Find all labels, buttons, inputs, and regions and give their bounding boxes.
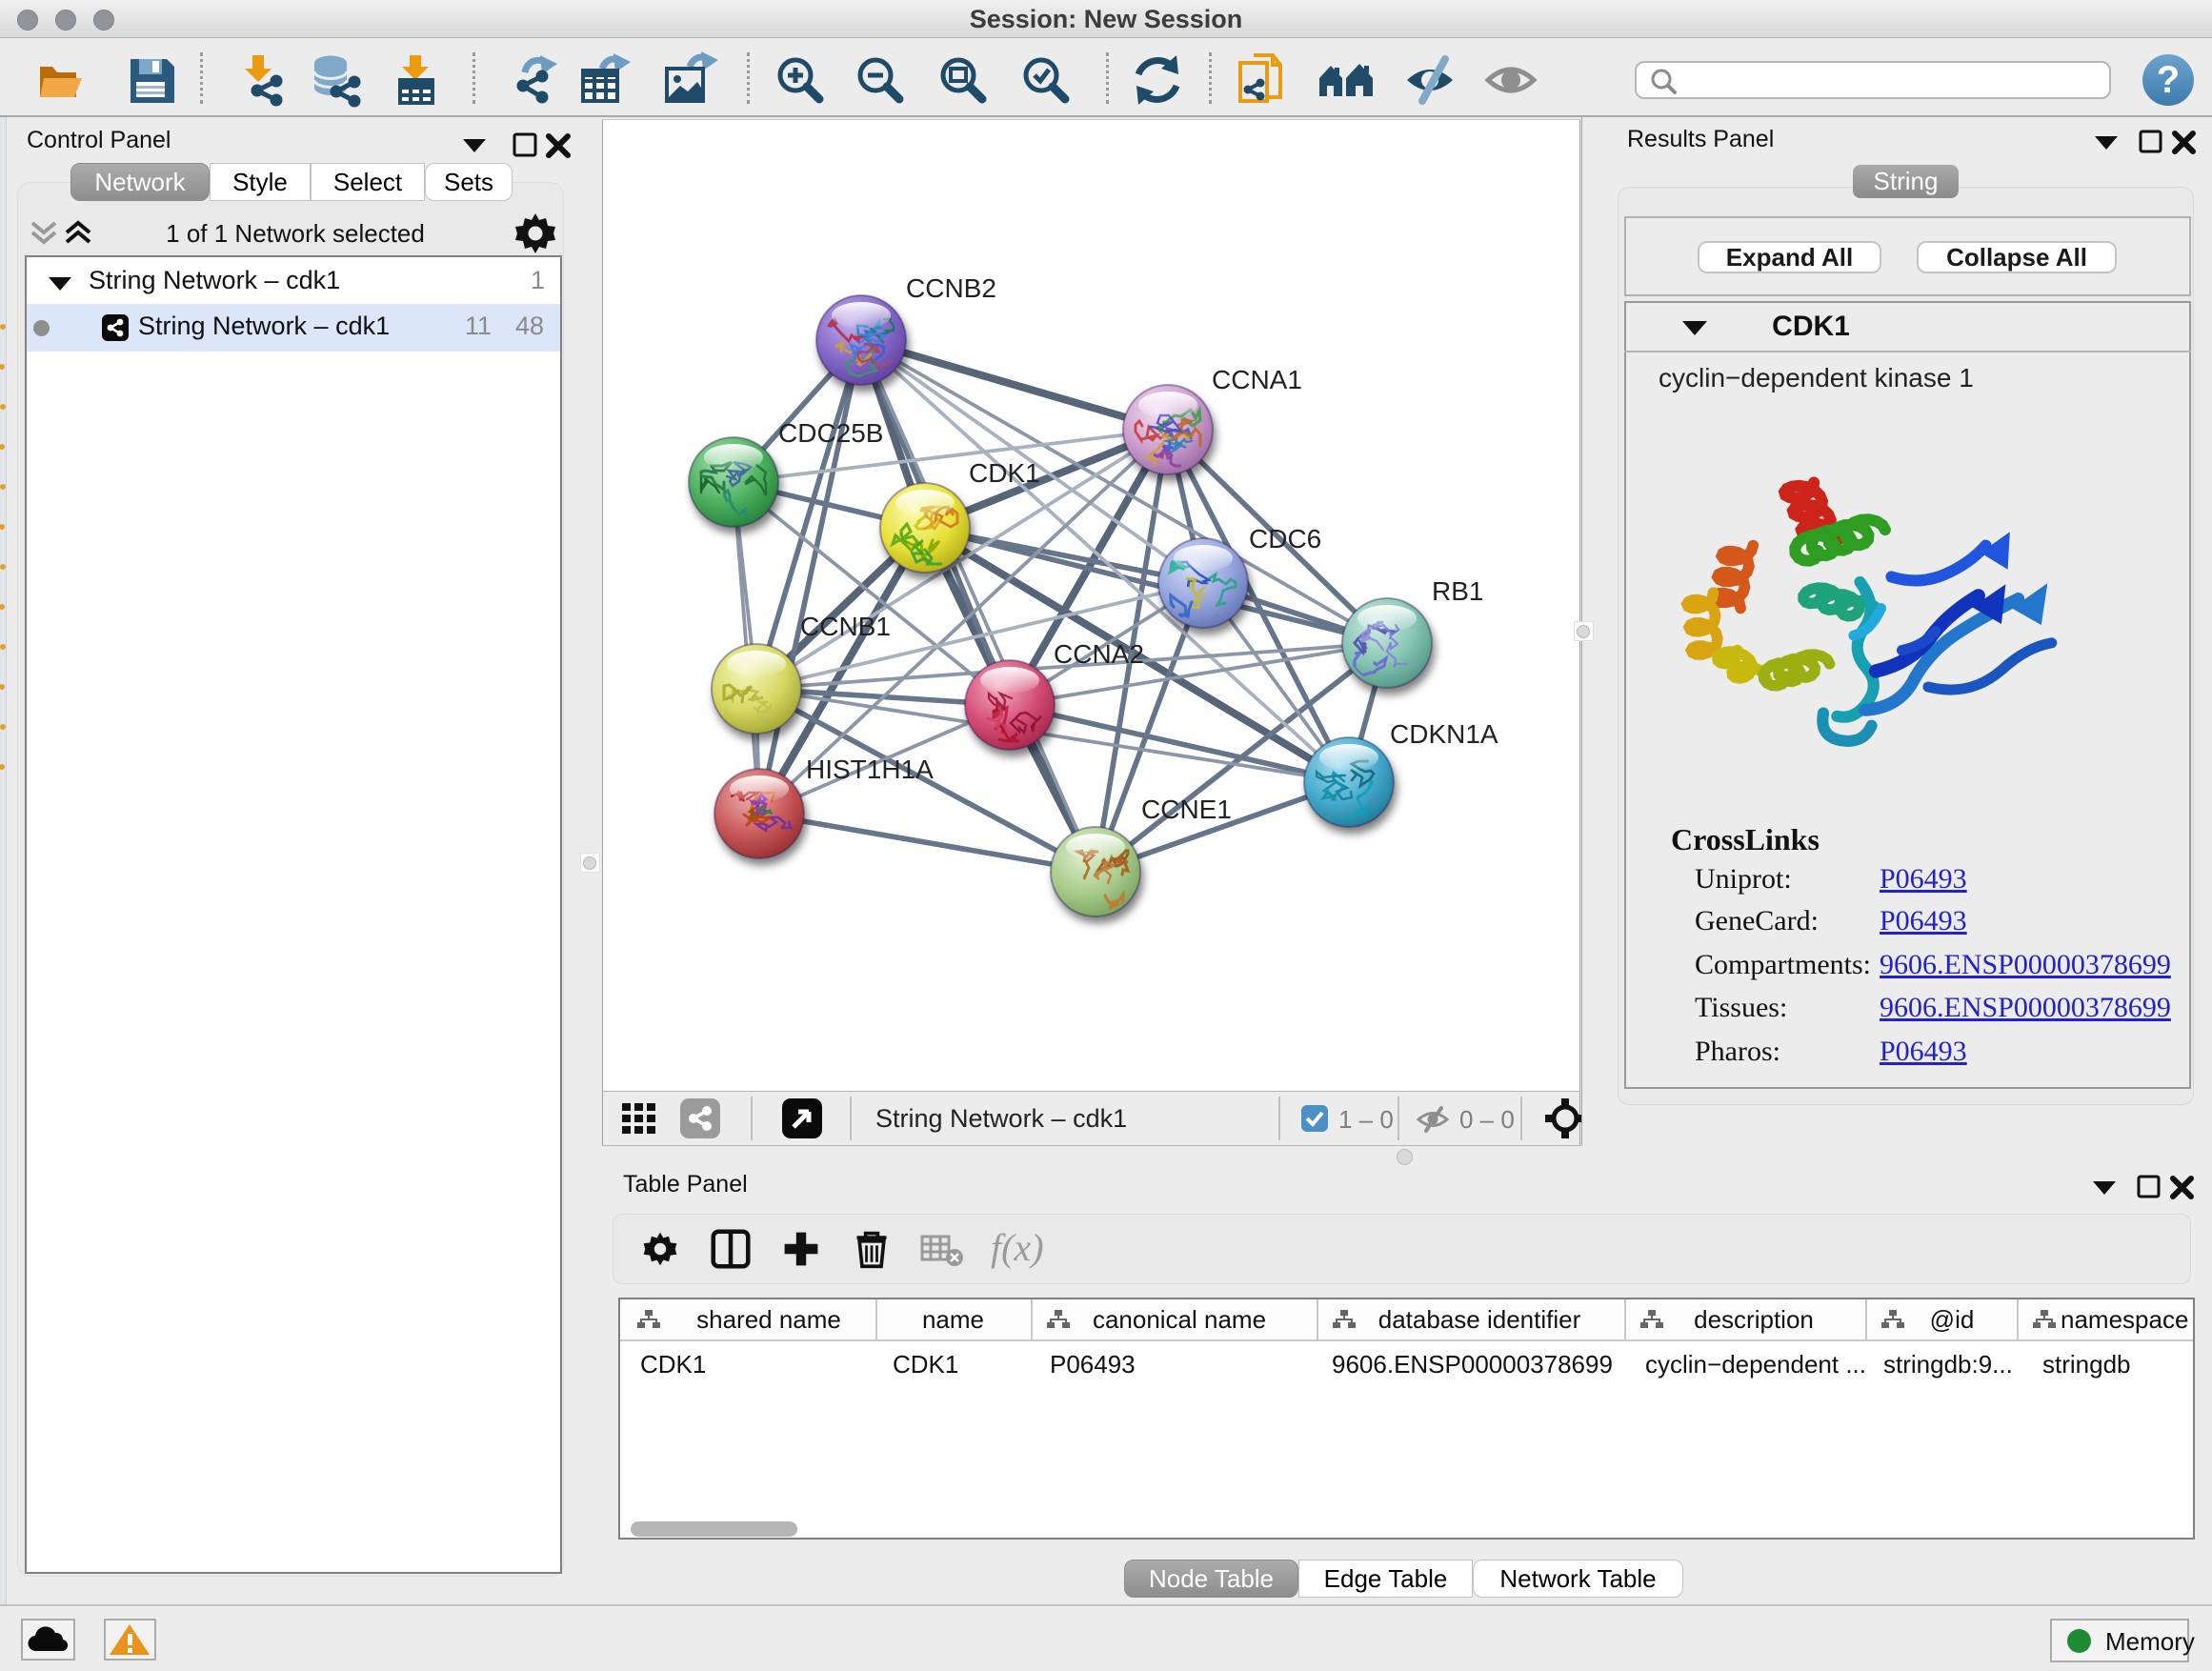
svg-text:CCNA1: CCNA1 xyxy=(1212,365,1302,394)
svg-text:HIST1H1A: HIST1H1A xyxy=(806,755,934,784)
svg-text:CDC25B: CDC25B xyxy=(778,418,883,448)
svg-text:CCNB2: CCNB2 xyxy=(906,273,996,303)
svg-text:CDC6: CDC6 xyxy=(1249,524,1321,554)
svg-text:CCNE1: CCNE1 xyxy=(1141,795,1232,824)
svg-text:CDK1: CDK1 xyxy=(969,458,1040,488)
svg-text:CDKN1A: CDKN1A xyxy=(1390,719,1498,749)
svg-text:CCNA2: CCNA2 xyxy=(1054,639,1144,669)
svg-text:RB1: RB1 xyxy=(1432,576,1483,606)
svg-text:CCNB1: CCNB1 xyxy=(800,612,891,641)
